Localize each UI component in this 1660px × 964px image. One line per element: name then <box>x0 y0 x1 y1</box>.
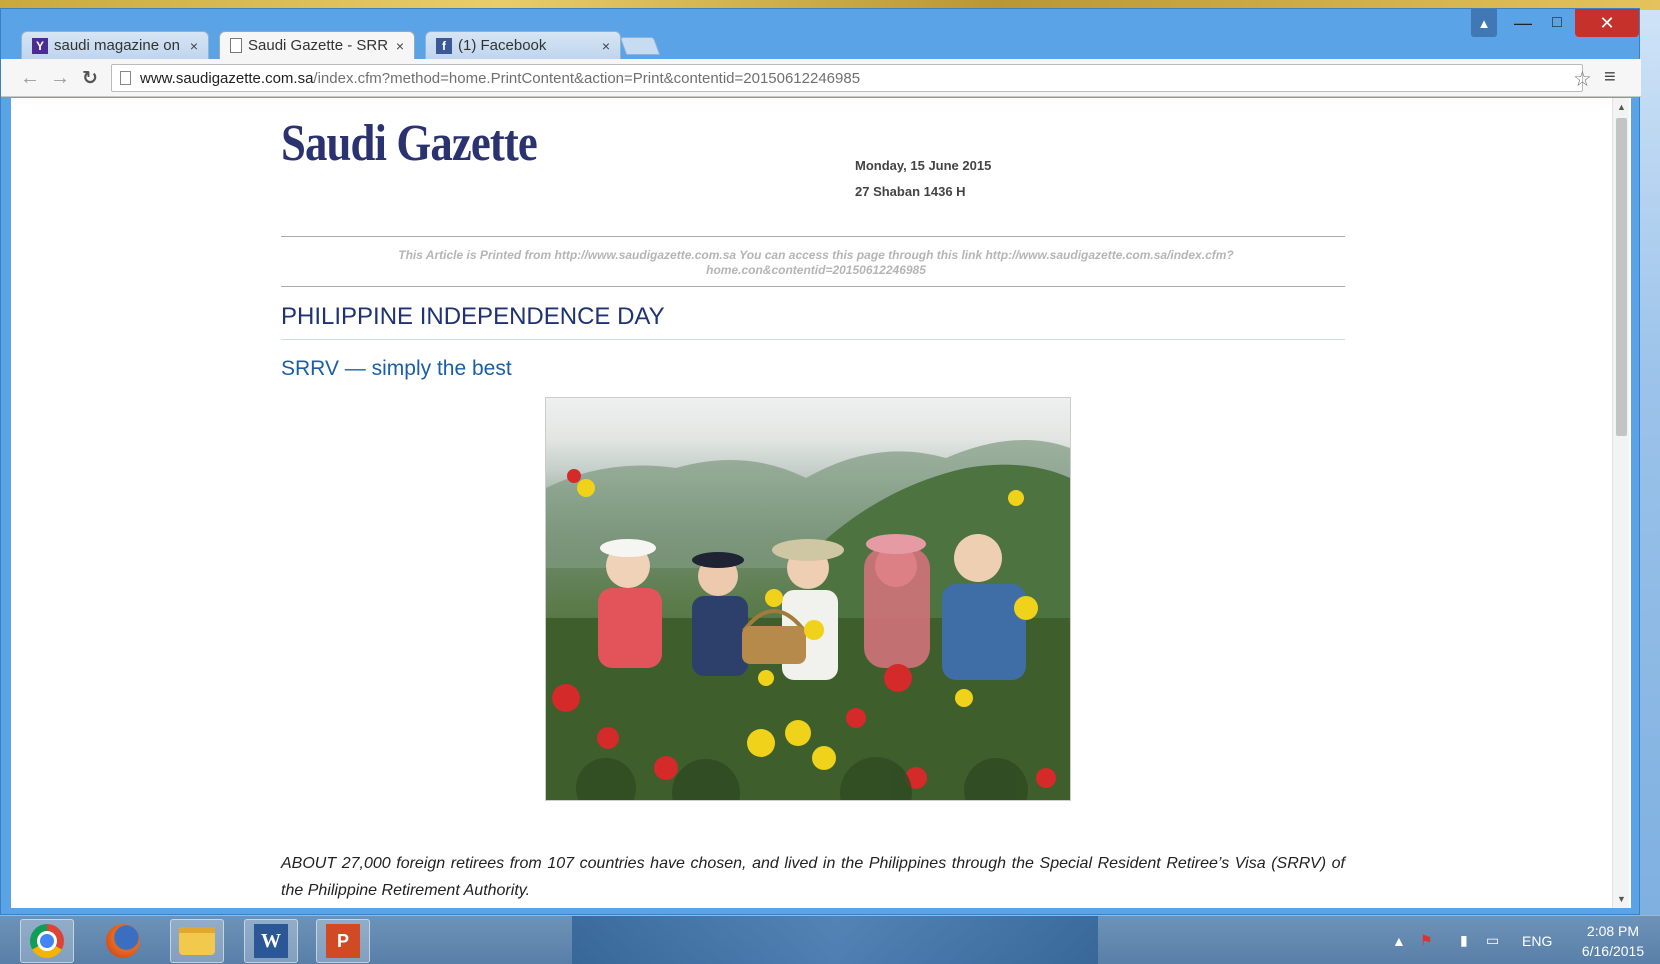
taskbar-band <box>572 916 1098 964</box>
section-title: PHILIPPINE INDEPENDENCE DAY <box>281 303 665 330</box>
word-taskbar-button[interactable]: W <box>244 919 298 963</box>
powerpoint-icon: P <box>326 924 360 958</box>
reload-icon[interactable]: ↻ <box>79 67 101 89</box>
taskbar: W P ▲ ⚑ ▮ ▭ ENG 2:08 PM 6/16/2015 <box>0 915 1660 964</box>
file-explorer-taskbar-button[interactable] <box>170 919 224 963</box>
network-signal-icon[interactable]: ▭ <box>1486 916 1499 964</box>
divider <box>281 339 1345 340</box>
article-photo <box>545 397 1071 801</box>
facebook-icon: f <box>436 37 452 54</box>
divider <box>281 236 1345 237</box>
menu-icon[interactable]: ≡ <box>1604 67 1622 87</box>
chrome-icon <box>30 924 64 958</box>
url-host: www.saudigazette.com.sa <box>140 69 314 87</box>
scroll-down-icon[interactable]: ▼ <box>1617 894 1626 904</box>
show-hidden-icons-icon[interactable]: ▲ <box>1392 916 1406 964</box>
desktop-wallpaper-right <box>1640 10 1660 915</box>
user-icon[interactable]: ▲ <box>1471 9 1497 37</box>
clock-time: 2:08 PM <box>1586 923 1640 939</box>
tab-strip: Y saudi magazine on sr × Saudi Gazette -… <box>1 9 1641 59</box>
powerpoint-taskbar-button[interactable]: P <box>316 919 370 963</box>
file-explorer-icon <box>179 927 215 955</box>
page-icon <box>230 38 242 53</box>
divider <box>281 286 1345 287</box>
vertical-scrollbar[interactable]: ▲ ▼ <box>1612 98 1629 908</box>
tab-facebook[interactable]: f (1) Facebook × <box>425 31 621 59</box>
site-logo[interactable]: Saudi Gazette <box>281 114 538 173</box>
print-notice: This Article is Printed from http://www.… <box>398 248 1234 277</box>
article-body: ABOUT 27,000 foreign retirees from 107 c… <box>281 855 1345 899</box>
tab-label: Saudi Gazette - SRRV <box>248 37 388 54</box>
battery-icon[interactable]: ▮ <box>1460 916 1468 964</box>
new-tab-button[interactable] <box>619 37 661 55</box>
minimize-button[interactable]: — <box>1507 9 1539 37</box>
forward-icon[interactable]: → <box>49 67 71 89</box>
firefox-taskbar-button[interactable] <box>96 919 150 963</box>
tab-label: saudi magazine on sr <box>54 37 182 54</box>
word-icon: W <box>254 924 288 958</box>
tab-saudi-gazette[interactable]: Saudi Gazette - SRRV × <box>219 31 415 59</box>
photo-illustration <box>546 440 1070 800</box>
page-viewport: Saudi Gazette Monday, 15 June 2015 27 Sh… <box>11 98 1631 908</box>
date-gregorian: Monday, 15 June 2015 <box>855 158 992 173</box>
url-path: /index.cfm?method=home.PrintContent&acti… <box>313 69 861 87</box>
back-icon[interactable]: ← <box>19 67 41 89</box>
action-center-flag-icon[interactable]: ⚑ <box>1420 916 1433 964</box>
tab-close-icon[interactable]: × <box>396 38 404 54</box>
language-indicator[interactable]: ENG <box>1522 916 1552 964</box>
address-bar[interactable]: www.saudigazette.com.sa/index.cfm?method… <box>111 64 1583 92</box>
article-headline: SRRV — simply the best <box>281 357 512 380</box>
tab-label: (1) Facebook <box>458 37 547 54</box>
bookmark-star-icon[interactable]: ☆ <box>1573 67 1592 92</box>
system-clock[interactable]: 2:08 PM 6/16/2015 <box>1568 921 1658 961</box>
maximize-button[interactable]: □ <box>1541 9 1573 37</box>
date-hijri: 27 Shaban 1436 H <box>855 184 966 199</box>
browser-toolbar: ← → ↻ www.saudigazette.com.sa/index.cfm?… <box>1 59 1641 97</box>
clock-date: 6/16/2015 <box>1581 943 1645 959</box>
tab-yahoo[interactable]: Y saudi magazine on sr × <box>21 31 209 59</box>
firefox-icon <box>106 924 140 958</box>
scrollbar-thumb[interactable] <box>1616 118 1627 436</box>
tab-close-icon[interactable]: × <box>190 38 198 54</box>
browser-window: Y saudi magazine on sr × Saudi Gazette -… <box>0 8 1641 915</box>
tab-close-icon[interactable]: × <box>602 38 610 54</box>
close-button[interactable]: ✕ <box>1575 9 1639 37</box>
chrome-taskbar-button[interactable] <box>20 919 74 963</box>
yahoo-icon: Y <box>32 37 48 54</box>
page-icon <box>120 71 131 85</box>
scroll-up-icon[interactable]: ▲ <box>1617 102 1626 112</box>
